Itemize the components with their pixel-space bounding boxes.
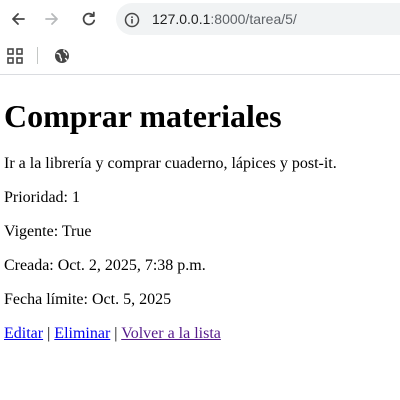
- task-created: Creada: Oct. 2, 2025, 7:38 p.m.: [4, 257, 206, 274]
- bookmarks-divider: [37, 47, 38, 64]
- url-path: :8000/tarea/5/: [210, 11, 297, 27]
- task-priority: Prioridad: 1: [4, 189, 80, 206]
- task-detail: Comprar materiales Ir a la librería y co…: [4, 76, 394, 343]
- task-active: Vigente: True: [4, 223, 92, 240]
- back-to-list-link[interactable]: Volver a la lista: [121, 325, 221, 342]
- task-due-date: Fecha límite: Oct. 5, 2025: [4, 291, 172, 308]
- arrow-left-icon: [12, 13, 25, 25]
- url-host: 127.0.0.1: [152, 11, 211, 27]
- site-info-button[interactable]: [118, 6, 146, 34]
- forward-button[interactable]: [38, 5, 66, 33]
- separator: |: [114, 325, 118, 342]
- separator: |: [47, 325, 51, 342]
- delete-link[interactable]: Eliminar: [54, 325, 110, 342]
- globe-icon[interactable]: [53, 47, 71, 65]
- info-circle-icon: [124, 12, 140, 28]
- arrow-right-icon: [45, 13, 58, 25]
- task-actions: Editar | Eliminar | Volver a la lista: [4, 325, 394, 343]
- browser-toolbar: 127.0.0.1:8000/tarea/5/: [0, 0, 400, 38]
- edit-link[interactable]: Editar: [4, 325, 43, 342]
- reload-icon: [82, 11, 96, 26]
- task-description: Ir a la librería y comprar cuaderno, láp…: [4, 155, 337, 172]
- url-text[interactable]: 127.0.0.1:8000/tarea/5/: [152, 9, 297, 29]
- apps-grid-icon[interactable]: [6, 47, 24, 65]
- reload-button[interactable]: [75, 5, 103, 33]
- page-title: Comprar materiales: [4, 98, 282, 134]
- back-button[interactable]: [4, 5, 32, 33]
